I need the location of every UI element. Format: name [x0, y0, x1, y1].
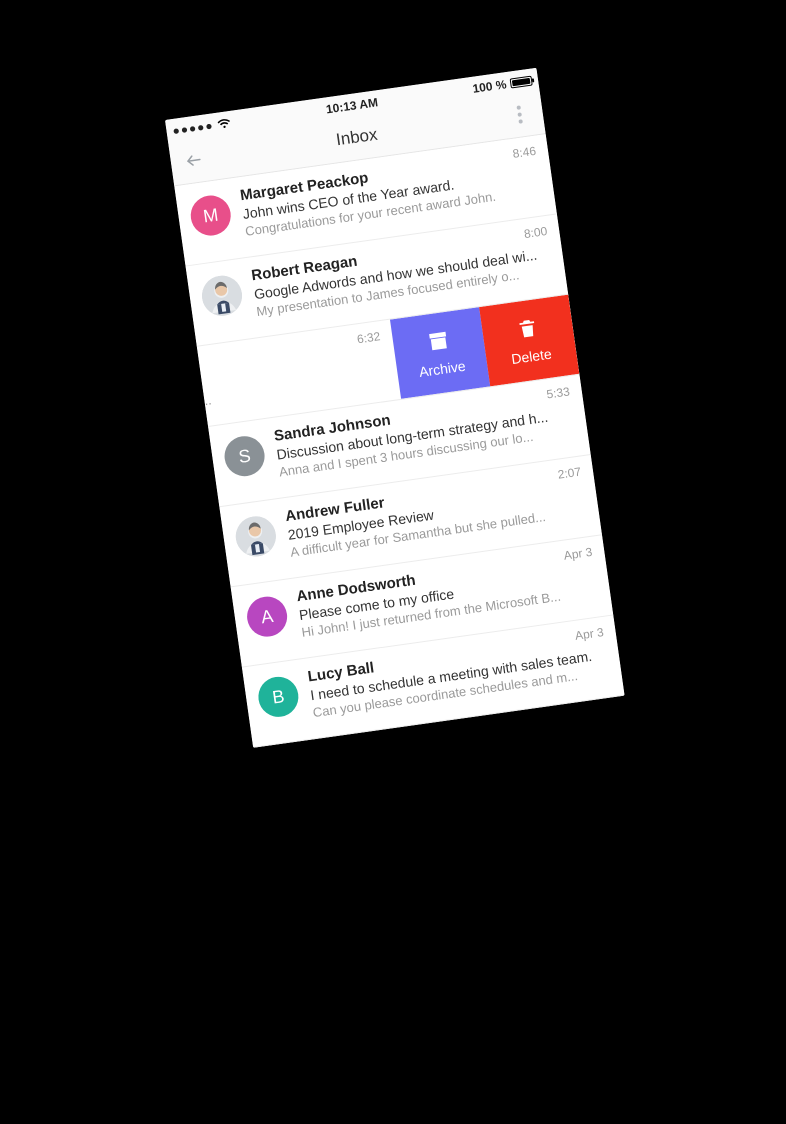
avatar-initial: B: [256, 674, 301, 719]
avatar-initial: S: [222, 434, 267, 479]
more-vertical-icon: [516, 105, 521, 110]
avatar-initial: A: [245, 594, 290, 639]
avatar-photo: [233, 514, 278, 559]
wifi-icon: [217, 118, 232, 130]
delete-label: Delete: [510, 345, 552, 366]
back-button[interactable]: [177, 143, 211, 177]
avatar-initial: M: [188, 193, 233, 238]
arrow-left-icon: [184, 150, 204, 170]
battery-percent: 100 %: [472, 77, 508, 96]
more-button[interactable]: [503, 98, 537, 132]
message-list[interactable]: MMargaret PeackopJohn wins CEO of the Ye…: [174, 134, 624, 748]
archive-button[interactable]: Archive: [390, 307, 490, 399]
trash-icon: [515, 316, 540, 344]
delete-button[interactable]: Delete: [479, 295, 579, 387]
message-time: 6:32: [356, 329, 381, 346]
archive-icon: [426, 328, 451, 356]
signal-dots-icon: ●●●●●: [172, 118, 215, 138]
battery-icon: [510, 76, 533, 89]
avatar-photo: [199, 273, 244, 318]
archive-label: Archive: [418, 357, 466, 379]
phone-frame: ●●●●● 10:13 AM 100 % Inbox MMargaret Pea…: [165, 68, 625, 748]
